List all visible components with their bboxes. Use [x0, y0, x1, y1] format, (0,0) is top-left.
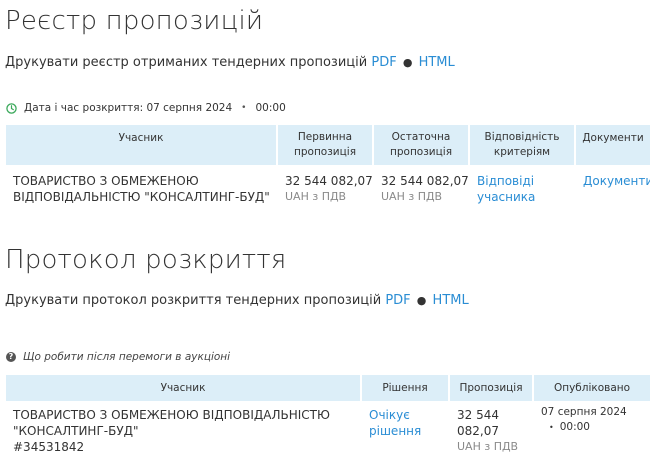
col-documents: Документи	[576, 125, 650, 165]
bullet: •	[549, 423, 554, 432]
participant-id: #34531842	[13, 440, 85, 454]
final-offer-amount: 32 544 082,07	[381, 174, 469, 188]
col-published: Опубліковано	[534, 375, 650, 401]
help-link-row[interactable]: ? Що робити після перемоги в аукціоні	[6, 351, 230, 363]
documents-cell: Документи	[576, 165, 650, 205]
registry-header-row: Учасник Первинна пропозиція Остаточна пр…	[6, 125, 650, 165]
protocol-table: Учасник Рішення Пропозиція Опубліковано …	[6, 375, 650, 455]
offer-currency: UAH з ПДВ	[457, 440, 519, 453]
bullet: •	[241, 103, 247, 113]
col-criteria: Відповідність критеріям	[470, 125, 576, 165]
col-final-offer: Остаточна пропозиція	[374, 125, 470, 165]
col-initial-offer: Первинна пропозиція	[278, 125, 374, 165]
protocol-html-link[interactable]: HTML	[433, 293, 469, 308]
registry-print-line: Друкувати реєстр отриманих тендерних про…	[5, 55, 455, 70]
criteria-cell: Відповіді учасника	[470, 165, 576, 205]
clock-icon	[6, 102, 17, 114]
table-row: ТОВАРИСТВО З ОБМЕЖЕНОЮ ВІДПОВІДАЛЬНІСТЮ …	[6, 401, 650, 455]
separator-dot: ●	[416, 294, 427, 307]
opening-time: 00:00	[255, 102, 286, 114]
registry-table: Учасник Первинна пропозиція Остаточна пр…	[6, 125, 650, 205]
registry-title: Реєстр пропозицій	[5, 6, 264, 36]
participant-name: ТОВАРИСТВО З ОБМЕЖЕНОЮ ВІДПОВІДАЛЬНІСТЮ …	[13, 174, 270, 204]
help-link-text[interactable]: Що робити після перемоги в аукціоні	[23, 351, 230, 363]
final-offer-currency: UAH з ПДВ	[381, 190, 443, 203]
protocol-title: Протокол розкриття	[5, 245, 287, 275]
initial-offer-cell: 32 544 082,07 UAH з ПДВ	[278, 165, 374, 205]
decision-cell: Очікує рішення	[362, 401, 450, 455]
published-time-row: • 00:00	[541, 420, 643, 435]
opening-datetime: Дата і час розкриття: 07 серпня 2024 • 0…	[6, 102, 286, 114]
question-icon: ?	[6, 352, 16, 362]
registry-pdf-link[interactable]: PDF	[371, 55, 396, 70]
protocol-print-line: Друкувати протокол розкриття тендерних п…	[5, 293, 469, 308]
table-row: ТОВАРИСТВО З ОБМЕЖЕНОЮ ВІДПОВІДАЛЬНІСТЮ …	[6, 165, 650, 205]
col-participant: Учасник	[6, 125, 278, 165]
published-cell: 07 серпня 2024 • 00:00	[534, 401, 650, 455]
initial-offer-currency: UAH з ПДВ	[285, 190, 347, 203]
participant-cell: ТОВАРИСТВО З ОБМЕЖЕНОЮ ВІДПОВІДАЛЬНІСТЮ …	[6, 401, 362, 455]
initial-offer-amount: 32 544 082,07	[285, 174, 373, 188]
col-decision: Рішення	[362, 375, 450, 401]
protocol-print-text: Друкувати протокол розкриття тендерних п…	[5, 293, 382, 308]
offer-amount: 32 544 082,07	[457, 408, 499, 438]
registry-print-text: Друкувати реєстр отриманих тендерних про…	[5, 55, 368, 70]
separator-dot: ●	[402, 56, 413, 69]
protocol-header-row: Учасник Рішення Пропозиція Опубліковано	[6, 375, 650, 401]
final-offer-cell: 32 544 082,07 UAH з ПДВ	[374, 165, 470, 205]
col-participant: Учасник	[6, 375, 362, 401]
participant-answers-link[interactable]: Відповіді учасника	[477, 174, 535, 204]
participant-name: ТОВАРИСТВО З ОБМЕЖЕНОЮ ВІДПОВІДАЛЬНІСТЮ …	[13, 408, 330, 438]
published-time: 00:00	[559, 421, 590, 433]
published-date: 07 серпня 2024	[541, 406, 627, 418]
documents-link[interactable]: Документи	[583, 174, 650, 188]
registry-html-link[interactable]: HTML	[419, 55, 455, 70]
opening-date-label: Дата і час розкриття: 07 серпня 2024	[24, 102, 233, 114]
col-offer: Пропозиція	[450, 375, 534, 401]
awaiting-decision-link[interactable]: Очікує рішення	[369, 408, 421, 438]
offer-cell: 32 544 082,07 UAH з ПДВ	[450, 401, 534, 455]
protocol-pdf-link[interactable]: PDF	[385, 293, 410, 308]
